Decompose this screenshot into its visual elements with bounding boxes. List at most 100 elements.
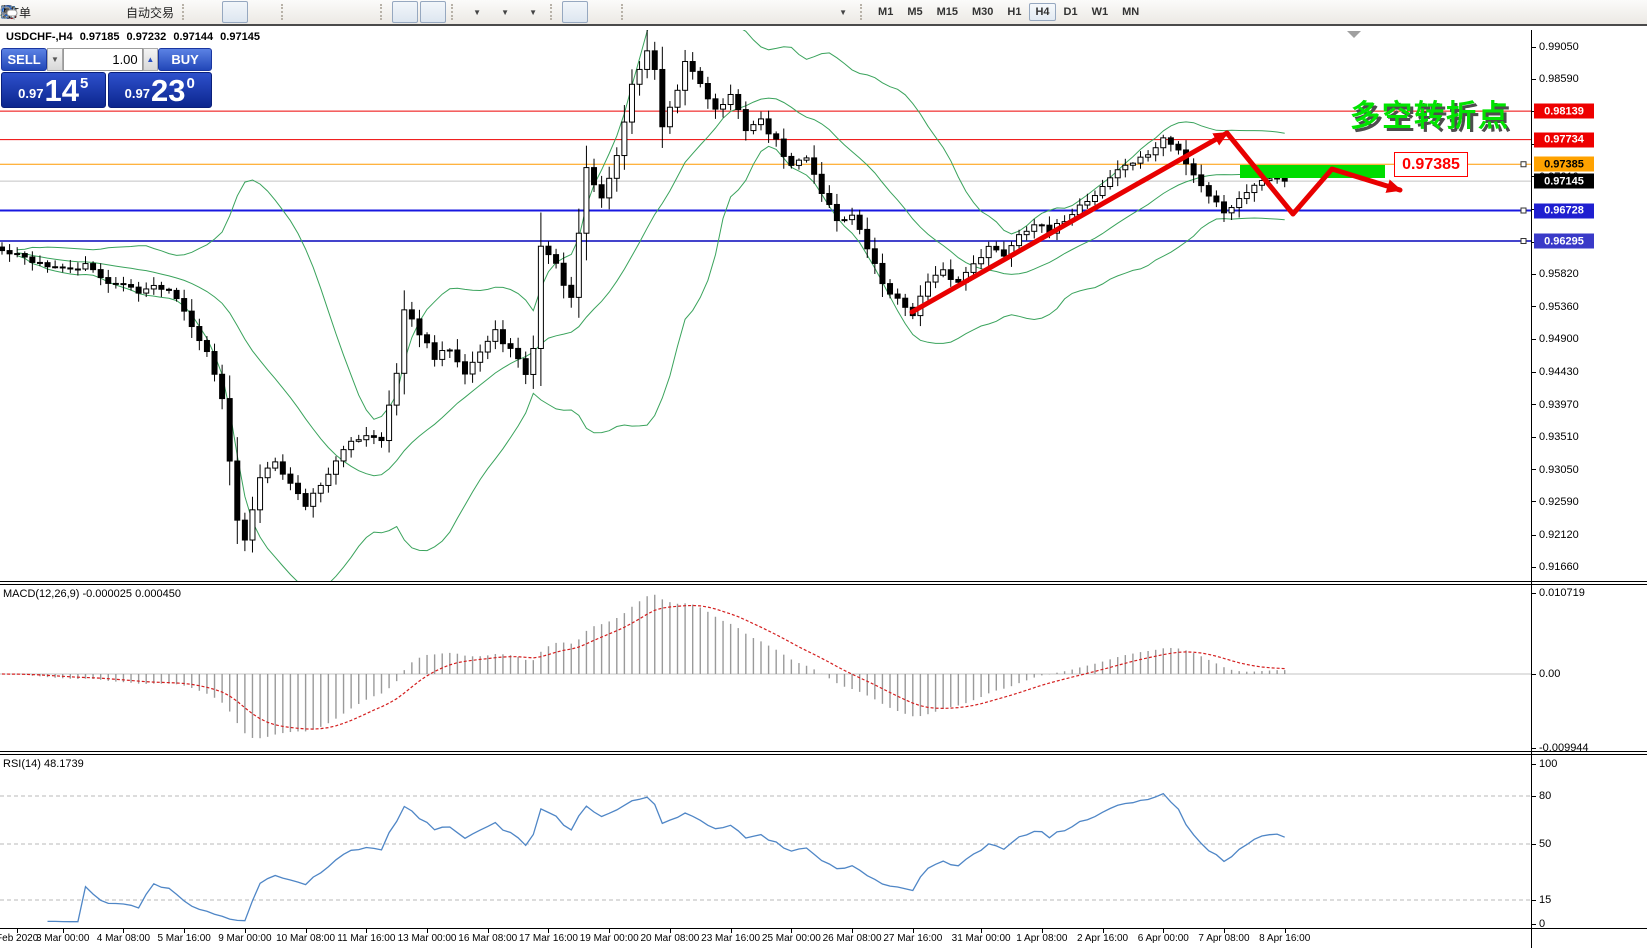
fibonacci-tool[interactable]: F bbox=[745, 1, 771, 23]
history-icon[interactable] bbox=[36, 1, 62, 23]
one-click-top-row: SELL ▼ ▲ BUY bbox=[1, 48, 212, 71]
axis-tick bbox=[1532, 674, 1536, 675]
time-label: 23 Mar 16:00 bbox=[701, 933, 760, 944]
price-badge-0.97734: 0.97734 bbox=[1534, 132, 1594, 147]
dropdown-caret-icon: ▼ bbox=[529, 8, 537, 17]
line-selection-handles bbox=[1521, 162, 1526, 244]
timeframe-m15[interactable]: M15 bbox=[931, 3, 964, 21]
buy-price-display[interactable]: 0.97 23 0 bbox=[108, 72, 213, 108]
price-tick-label: 0.98590 bbox=[1539, 73, 1579, 85]
bar-chart-mode-button[interactable] bbox=[194, 1, 220, 23]
vertical-line-tool[interactable] bbox=[633, 1, 659, 23]
time-label: 16 Mar 08:00 bbox=[458, 933, 517, 944]
axis-tick bbox=[1532, 306, 1536, 307]
rsi-axis-label: 80 bbox=[1539, 790, 1551, 802]
toolbar-separator bbox=[380, 4, 387, 20]
price-tick-label: 0.95820 bbox=[1539, 268, 1579, 280]
sell-price-display[interactable]: 0.97 14 5 bbox=[1, 72, 106, 108]
axis-tick bbox=[1532, 274, 1536, 275]
timeframe-row: M1M5M15M30H1H4D1W1MN bbox=[871, 3, 1146, 21]
crosshair-tool-button[interactable] bbox=[590, 1, 616, 23]
axis-tick bbox=[1532, 339, 1536, 340]
zoom-in-button[interactable] bbox=[293, 1, 319, 23]
price-badge-0.98139: 0.98139 bbox=[1534, 104, 1594, 119]
axis-tick bbox=[1532, 404, 1536, 405]
price-badge-0.96295: 0.96295 bbox=[1534, 234, 1594, 249]
annotation-text: 多空转折点 bbox=[1350, 100, 1510, 133]
price-tick-label: 0.93050 bbox=[1539, 464, 1579, 476]
zoom-out-button[interactable] bbox=[321, 1, 347, 23]
axis-tick bbox=[1532, 501, 1536, 502]
price-tick-label: 0.95360 bbox=[1539, 301, 1579, 313]
candle-chart-mode-button[interactable] bbox=[222, 1, 248, 23]
equidistant-channel-tool[interactable]: E bbox=[717, 1, 743, 23]
rsi-axis-label: 100 bbox=[1539, 758, 1557, 770]
volume-decrease-button[interactable]: ▼ bbox=[47, 48, 62, 71]
price-tick-label: 0.99050 bbox=[1539, 41, 1579, 53]
toolbar-separator bbox=[550, 4, 557, 20]
volume-input[interactable] bbox=[63, 48, 143, 71]
text-label-tool[interactable]: T bbox=[801, 1, 827, 23]
axis-tick bbox=[1532, 900, 1536, 901]
volume-increase-button[interactable]: ▲ bbox=[143, 48, 158, 71]
indicators-button[interactable]: ▼ bbox=[463, 1, 489, 23]
time-label: 1 Apr 08:00 bbox=[1016, 933, 1067, 944]
tile-windows-button[interactable] bbox=[349, 1, 375, 23]
timeframe-m30[interactable]: M30 bbox=[966, 3, 999, 21]
macd-histogram bbox=[0, 595, 1531, 738]
timeframe-m1[interactable]: M1 bbox=[872, 3, 899, 21]
axis-tick bbox=[1532, 796, 1536, 797]
toolbar-separator bbox=[182, 4, 189, 20]
axis-tick bbox=[1532, 535, 1536, 536]
timeframe-w1[interactable]: W1 bbox=[1086, 3, 1115, 21]
price-axis[interactable]: 0.990500.985900.981300.976700.972100.967… bbox=[1531, 30, 1647, 948]
bollinger-bands bbox=[17, 30, 1285, 581]
timeframe-h1[interactable]: H1 bbox=[1001, 3, 1027, 21]
axis-tick bbox=[1532, 469, 1536, 470]
main-price-chart[interactable]: 多空转折点 多空转折点 bbox=[0, 30, 1531, 581]
auto-scroll-button[interactable] bbox=[392, 1, 418, 23]
line-chart-mode-button[interactable] bbox=[250, 1, 276, 23]
sell-price-prefix: 0.97 bbox=[18, 86, 43, 101]
buy-price-sup: 0 bbox=[186, 73, 194, 92]
timeframe-h4[interactable]: H4 bbox=[1029, 3, 1055, 21]
price-badge-0.97145: 0.97145 bbox=[1534, 174, 1594, 189]
chat-button[interactable] bbox=[1612, 1, 1638, 23]
search-button[interactable] bbox=[1584, 1, 1610, 23]
price-callout-label: 0.97385 bbox=[1394, 152, 1468, 177]
time-label: 7 Apr 08:00 bbox=[1198, 933, 1249, 944]
trendline-tool[interactable] bbox=[689, 1, 715, 23]
time-axis[interactable]: Feb 20203 Mar 00:004 Mar 08:005 Mar 16:0… bbox=[0, 928, 1647, 948]
axis-tick bbox=[1532, 567, 1536, 568]
time-label: Feb 2020 bbox=[0, 933, 38, 944]
periods-button[interactable]: ▼ bbox=[491, 1, 517, 23]
axis-tick bbox=[1532, 47, 1536, 48]
signals-button[interactable] bbox=[92, 1, 118, 23]
timeframe-d1[interactable]: D1 bbox=[1058, 3, 1084, 21]
autotrading-button[interactable]: 自动交易 bbox=[120, 1, 177, 23]
time-label: 20 Mar 08:00 bbox=[640, 933, 699, 944]
one-click-price-row: 0.97 14 5 0.97 23 0 bbox=[1, 72, 212, 108]
chart-shift-marker[interactable] bbox=[1347, 31, 1361, 38]
profile-button[interactable] bbox=[64, 1, 90, 23]
timeframe-m5[interactable]: M5 bbox=[901, 3, 928, 21]
dropdown-caret-icon: ▼ bbox=[501, 8, 509, 17]
templates-button[interactable]: ▼ bbox=[519, 1, 545, 23]
macd-axis-label: 0.00 bbox=[1539, 668, 1560, 680]
toolbar-separator bbox=[621, 4, 628, 20]
macd-panel[interactable]: MACD(12,26,9) -0.000025 0.000450 bbox=[0, 585, 1531, 751]
cursor-tool-button[interactable] bbox=[562, 1, 588, 23]
autotrading-label: 自动交易 bbox=[126, 4, 174, 21]
horizontal-line-tool[interactable] bbox=[661, 1, 687, 23]
chart-ohlc-header: USDCHF-,H4 0.97185 0.97232 0.97144 0.971… bbox=[6, 31, 264, 43]
rsi-axis-label: 0 bbox=[1539, 918, 1545, 930]
timeframe-mn[interactable]: MN bbox=[1116, 3, 1145, 21]
rsi-panel[interactable]: RSI(14) 48.1739 bbox=[0, 755, 1531, 928]
sell-button[interactable]: SELL bbox=[1, 48, 47, 71]
time-label: 9 Mar 00:00 bbox=[218, 933, 271, 944]
arrows-tool[interactable]: ▼ bbox=[829, 1, 855, 23]
chart-shift-button[interactable] bbox=[420, 1, 446, 23]
text-tool[interactable]: A bbox=[773, 1, 799, 23]
buy-button[interactable]: BUY bbox=[158, 48, 212, 71]
time-label: 6 Apr 00:00 bbox=[1138, 933, 1189, 944]
